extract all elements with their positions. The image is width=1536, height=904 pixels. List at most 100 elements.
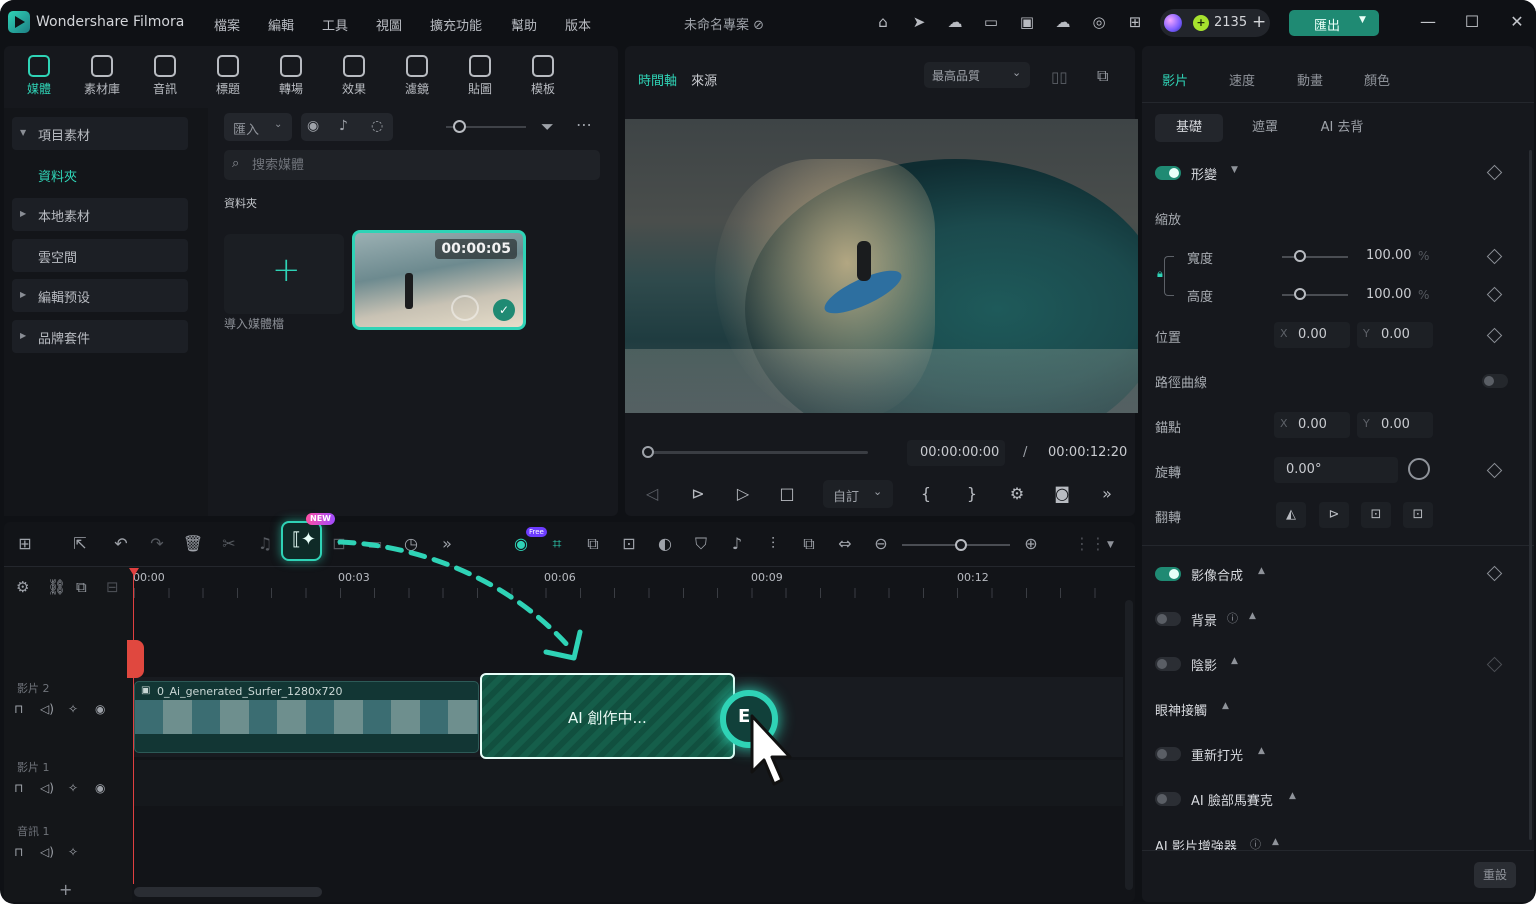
magic-icon[interactable]: ✧ — [68, 845, 78, 859]
relight-toggle[interactable] — [1155, 747, 1181, 761]
sidebar-item-folder[interactable]: 資料夾 — [38, 166, 77, 185]
menu-extensions[interactable]: 擴充功能 — [430, 15, 482, 34]
gift-icon[interactable]: ⌂ — [874, 13, 892, 31]
face-mosaic-toggle[interactable] — [1155, 792, 1181, 806]
snapshot-icon[interactable]: ◙ — [1051, 484, 1073, 503]
microphone-icon[interactable]: ♪ — [339, 118, 348, 134]
playhead-cap[interactable] — [129, 568, 139, 576]
location-icon[interactable]: ◌ — [371, 118, 383, 134]
prev-frame-icon[interactable]: ◁ — [641, 484, 663, 503]
rotate-left-icon[interactable]: ⊡ — [1403, 502, 1433, 528]
menu-edit[interactable]: 編輯 — [268, 15, 294, 34]
help-icon[interactable]: ⓘ — [1250, 836, 1261, 850]
delete-icon[interactable]: 🗑︎ — [182, 534, 204, 553]
media-thumbnail[interactable]: 00:00:05 ✓ — [352, 230, 526, 330]
monitor-icon[interactable]: ▭ — [982, 13, 1000, 31]
apps-grid-icon[interactable]: ⊞ — [1126, 13, 1144, 31]
zoom-out-icon[interactable]: ⊖ — [870, 534, 892, 553]
audio-split-icon[interactable]: ♫ — [254, 534, 276, 553]
menu-view[interactable]: 視圖 — [376, 15, 402, 34]
ratio-dropdown[interactable]: 自訂 ⌄ — [823, 480, 893, 508]
preview-scrubber-handle[interactable] — [642, 446, 654, 458]
headset-icon[interactable]: ◎ — [1090, 13, 1108, 31]
unlink-icon[interactable]: ⛓ — [47, 578, 66, 596]
volume-icon[interactable]: ◁) — [40, 781, 54, 795]
redo-icon[interactable]: ↷ — [146, 534, 168, 553]
reset-button[interactable]: 重設 — [1474, 862, 1516, 888]
playhead-marker[interactable] — [127, 640, 144, 678]
density-icon[interactable]: ⋮⋮ — [1074, 534, 1106, 553]
more-controls-icon[interactable]: » — [1096, 484, 1118, 503]
grid-view-icon[interactable]: ▯▯ — [1051, 68, 1068, 86]
tab-filters[interactable]: 濾鏡 — [392, 55, 442, 97]
avatar[interactable] — [1164, 14, 1182, 32]
settings-icon[interactable]: ⚙ — [1006, 484, 1028, 503]
chevron-up-icon[interactable]: ▲ — [1249, 611, 1256, 621]
height-slider[interactable] — [1282, 294, 1348, 296]
width-slider-handle[interactable] — [1294, 250, 1306, 262]
magic-icon[interactable]: ✧ — [68, 781, 78, 795]
lock-icon[interactable]: ⊓ — [14, 781, 23, 795]
tab-timeline[interactable]: 時間軸 — [638, 74, 677, 89]
sidebar-item-local-media[interactable]: ▶ 本地素材 — [12, 198, 188, 231]
cloud-upload-icon[interactable]: ☁ — [1054, 13, 1072, 31]
tab-stock[interactable]: 素材庫 — [77, 55, 127, 97]
more-icon[interactable]: ⋯ — [576, 115, 592, 134]
lock-icon[interactable]: ⊓ — [14, 702, 23, 716]
shadow-toggle[interactable] — [1155, 657, 1181, 671]
chevron-down-icon[interactable]: ⌄ — [1012, 66, 1021, 79]
step-icon[interactable]: ⊳ — [687, 484, 709, 503]
mixer-icon[interactable]: ⫶ — [762, 534, 784, 554]
sidebar-item-brand-kit[interactable]: ▶ 品牌套件 — [12, 320, 188, 353]
send-icon[interactable]: ➤ — [910, 13, 928, 31]
rotate-dial-icon[interactable] — [1408, 458, 1430, 480]
chevron-up-icon[interactable]: ▲ — [1222, 701, 1229, 711]
add-credits-icon[interactable]: + — [1252, 12, 1266, 32]
replace-icon[interactable]: ⧉ — [798, 534, 820, 554]
menu-help[interactable]: 幫助 — [511, 15, 537, 34]
mark-out-icon[interactable]: } — [961, 484, 983, 503]
minimize-icon[interactable]: — — [1418, 12, 1438, 31]
record-screen-icon[interactable]: ◉ — [307, 118, 319, 134]
quality-dropdown[interactable]: 最高品質 ⌄ — [924, 62, 1030, 88]
video-clip[interactable]: ▣ 0_Ai_generated_Surfer_1280x720 — [134, 681, 479, 753]
track-settings-icon[interactable]: ⚙ — [16, 578, 29, 596]
scopes-icon[interactable]: ⧉ — [1097, 66, 1108, 86]
import-media-tile[interactable]: + — [224, 234, 344, 314]
tab-stickers[interactable]: 貼圖 — [455, 55, 505, 97]
properties-scrollbar[interactable] — [1529, 150, 1532, 840]
sidebar-item-project-media[interactable]: ▼ 項目素材 — [12, 117, 188, 150]
add-track-icon[interactable]: + — [59, 880, 72, 899]
anchor-y-field[interactable]: Y 0.00 — [1357, 412, 1433, 438]
chevron-down-icon[interactable]: ▼ — [1231, 165, 1238, 175]
export-button[interactable]: 匯出 ▼ — [1289, 10, 1379, 36]
rotate-field[interactable]: 0.00° — [1274, 457, 1398, 483]
magic-icon[interactable]: ✧ — [68, 702, 78, 716]
chevron-down-icon[interactable]: ▼ — [1359, 15, 1366, 25]
tab-media[interactable]: 媒體 — [14, 55, 64, 97]
save-icon[interactable]: ▣ — [1018, 13, 1036, 31]
chevron-up-icon[interactable]: ▲ — [1258, 746, 1265, 756]
cloud-sync-icon[interactable]: ☁ — [946, 13, 964, 31]
flip-vertical-icon[interactable]: ⊳ — [1319, 502, 1349, 528]
chevron-up-icon[interactable]: ▲ — [1231, 656, 1238, 666]
tab-transitions[interactable]: 轉場 — [266, 55, 316, 97]
compositing-toggle[interactable] — [1155, 567, 1181, 581]
tab-color[interactable]: 顏色 — [1364, 70, 1390, 89]
chevron-down-icon[interactable]: ▼ — [1107, 540, 1114, 550]
ai-generating-clip[interactable]: AI 創作中... — [480, 673, 735, 759]
layout-grid-icon[interactable]: ⊞ — [14, 534, 36, 553]
search-input[interactable] — [252, 154, 582, 176]
menu-file[interactable]: 檔案 — [214, 15, 240, 34]
select-tool-icon[interactable]: ⇱ — [69, 534, 91, 553]
timeline-vertical-scrollbar[interactable] — [1125, 600, 1133, 890]
flip-horizontal-icon[interactable]: ◭ — [1276, 502, 1306, 528]
lock-icon[interactable]: 🔒︎ — [1157, 267, 1163, 281]
thumb-size-handle[interactable] — [453, 120, 466, 133]
close-icon[interactable]: ✕ — [1507, 12, 1527, 31]
anchor-x-field[interactable]: X 0.00 — [1274, 412, 1350, 438]
tab-animation[interactable]: 動畫 — [1297, 70, 1323, 89]
maximize-icon[interactable]: ☐ — [1462, 12, 1482, 31]
cut-icon[interactable]: ✂ — [218, 534, 240, 553]
tab-titles[interactable]: 標題 — [203, 55, 253, 97]
